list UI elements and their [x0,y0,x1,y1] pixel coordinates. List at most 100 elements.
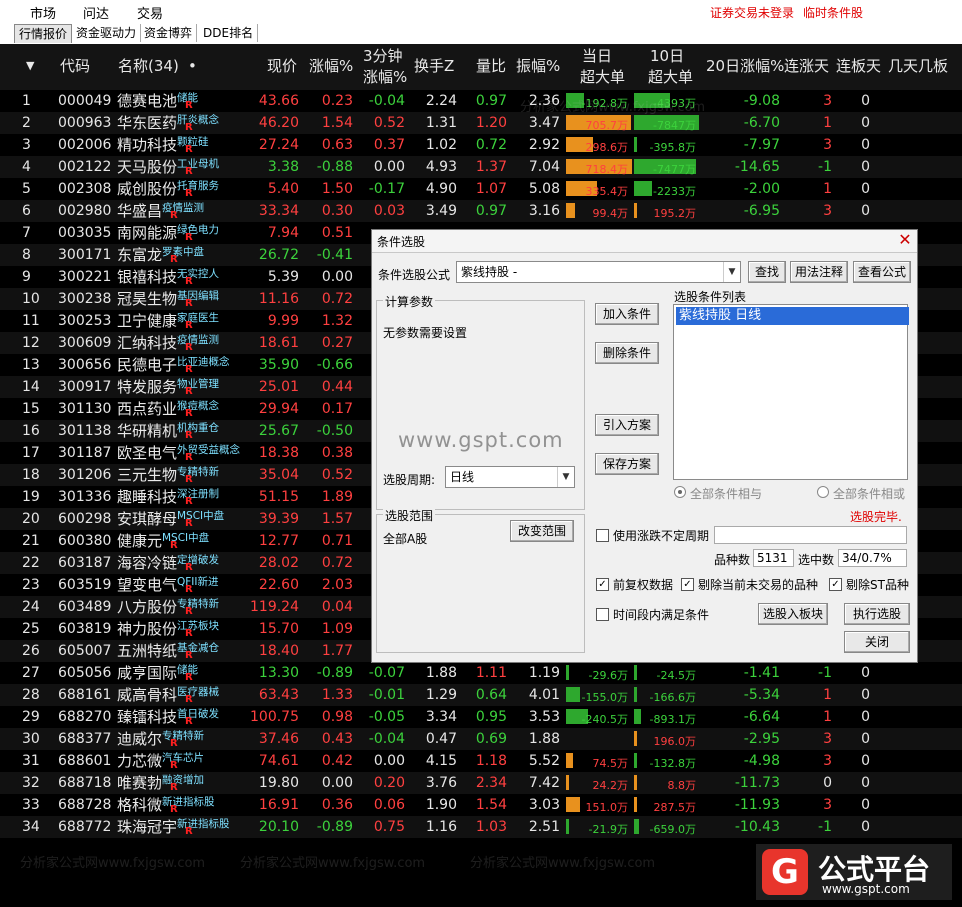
table-row[interactable]: 27 605056 咸亨国际 储能 R 13.30 -0.89 -0.07 1.88 1.11 1.… [0,662,962,684]
unsettled-period-field[interactable] [714,526,907,544]
table-row[interactable]: 2 000963 华东医药 肝炎概念 R 46.20 1.54 0.52 1.31 1.20 3.4… [0,112,962,134]
cell-vr: 0.72 [475,137,507,153]
chevron-down-icon[interactable]: ▼ [723,262,740,282]
formula-select[interactable]: 紫线持股 - ▼ [456,261,741,283]
rights-data-checkbox[interactable]: ✓ [596,578,609,591]
time-range-checkbox[interactable] [596,608,609,621]
col-3min-change-l2[interactable]: 涨幅% [363,67,407,87]
col-3min-change-l1[interactable]: 3分钟 [363,46,403,66]
tab-quotes[interactable]: 行情报价 [14,24,73,43]
col-today-large-l1[interactable]: 当日 [582,46,612,66]
col-change-pct[interactable]: 涨幅% [309,56,353,76]
cell-code: 688718 [58,775,112,791]
period-select[interactable]: 日线 ▼ [445,466,575,488]
cell-chg: 1.32 [321,313,353,329]
col-20d-change[interactable]: 20日涨幅% [706,56,784,76]
close-button[interactable]: 关闭 [844,631,910,653]
col-today-large-l2[interactable]: 超大单 [580,67,625,87]
menu-wenda[interactable]: 问达 [83,3,109,22]
condition-list[interactable]: 紫线持股 日线 [673,304,909,480]
dialog-titlebar[interactable]: 条件选股 ✕ [372,230,917,253]
table-row[interactable]: 4 002122 天马股份 工业母机 R 3.38 -0.88 0.00 4.93 1.37 7.0… [0,156,962,178]
add-to-block-button[interactable]: 选股入板块 [758,603,828,625]
unsettled-period-checkbox[interactable] [596,529,609,542]
col-code[interactable]: 代码 [60,56,90,76]
exclude-untraded-label: 剔除当前未交易的品种 [698,578,819,592]
r-marker-icon: R [185,650,193,661]
cell-vr: 0.64 [475,687,507,703]
table-row[interactable]: 32 688718 唯赛勃 融资增加 R 19.80 0.00 0.20 3.76 2.34 7.4… [0,772,962,794]
table-row[interactable]: 34 688772 珠海冠宇 新进指标股 R 20.10 -0.89 0.75 1.16 1.03… [0,816,962,838]
table-row[interactable]: 6 002980 华盛昌 疫情监测 R 33.34 0.30 0.03 3.49 0.97 3.16… [0,200,962,222]
bar-label: -7847万 [653,119,696,132]
bar-d10: -132.8万 [634,753,700,770]
table-row[interactable]: 30 688377 迪威尔 专精特新 R 37.46 0.43 -0.04 0.47 0.69 1.… [0,728,962,750]
close-icon[interactable]: ✕ [896,231,914,249]
cell-d20: -6.95 [743,203,780,219]
tab-capital-game[interactable]: 资金博弈 [140,24,198,42]
cell-turn: 3.49 [425,203,457,219]
trade-login-alert[interactable]: 证券交易未登录 [710,4,794,21]
r-marker-icon: R [185,166,193,177]
concept-tag: 猴痘概念 [177,400,219,412]
cell-chg: 0.04 [321,599,353,615]
col-turnover[interactable]: 换手Z [414,56,454,76]
col-volume-ratio[interactable]: 量比 [476,56,506,76]
exclude-untraded-checkbox[interactable]: ✓ [681,578,694,591]
cell-up: 1 [823,181,832,197]
cell-no: 20 [22,511,40,527]
delete-condition-button[interactable]: 删除条件 [595,342,659,364]
table-row[interactable]: 28 688161 威高骨科 医疗器械 R 63.43 1.33 -0.01 1.29 0.64 4… [0,684,962,706]
cell-code: 301336 [58,489,112,505]
save-plan-button[interactable]: 保存方案 [595,453,659,475]
r-marker-icon: R [185,430,193,441]
table-row[interactable]: 3 002006 精功科技 颗粒硅 R 27.24 0.63 0.37 1.02 0.72 2.92… [0,134,962,156]
find-button[interactable]: 查找 [748,261,786,283]
radio-all-and[interactable] [674,486,686,498]
col-name[interactable]: 名称(34) [118,56,179,76]
cell-name: 五洲特纸 [117,642,178,660]
cell-chg: -0.66 [316,357,353,373]
chevron-down-icon[interactable]: ▼ [557,467,574,487]
col-amplitude[interactable]: 振幅% [516,56,560,76]
cell-name: 特发服务 [117,378,178,396]
table-row[interactable]: 1 000049 德赛电池 储能 R 43.66 0.23 -0.04 2.24 0.97 2.36… [0,90,962,112]
col-limit-days[interactable]: 连板天 [836,56,881,76]
radio-all-or[interactable] [817,486,829,498]
logo-url: www.gspt.com [822,882,910,896]
col-up-days[interactable]: 连涨天 [784,56,829,76]
execute-selection-button[interactable]: 执行选股 [844,603,910,625]
concept-tag: 机构重仓 [177,422,219,434]
table-row[interactable]: 33 688728 格科微 新进指标股 R 16.91 0.36 0.06 1.90 1.54 3.… [0,794,962,816]
col-price[interactable]: 现价 [267,56,297,76]
temp-condition-stocks-link[interactable]: 临时条件股 [803,4,863,21]
menu-trade[interactable]: 交易 [137,3,163,22]
table-row[interactable]: 29 688270 臻镭科技 首日破发 R 100.75 0.98 -0.05 3.34 0.95… [0,706,962,728]
cell-no: 30 [22,731,40,747]
condition-list-item[interactable]: 紫线持股 日线 [676,307,909,325]
change-range-button[interactable]: 改变范围 [510,520,574,542]
cell-d20: -2.95 [743,731,780,747]
menu-market[interactable]: 市场 [30,3,56,22]
tab-dde-ranking[interactable]: DDE排名 [199,24,259,42]
view-formula-button[interactable]: 查看公式 [853,261,911,283]
cell-chg: 0.44 [321,379,353,395]
usage-notes-button[interactable]: 用法注释 [790,261,848,283]
exclude-st-checkbox[interactable]: ✓ [829,578,842,591]
cell-code: 301206 [58,467,112,483]
add-condition-button[interactable]: 加入条件 [595,303,659,325]
col-10d-large-l1[interactable]: 10日 [650,46,684,66]
col-days-boards[interactable]: 几天几板 [888,56,948,76]
bar-fill [566,753,573,768]
tab-capital-drive[interactable]: 资金驱动力 [72,24,142,42]
import-plan-button[interactable]: 引入方案 [595,414,659,436]
table-row[interactable]: 5 002308 威创股份 托育服务 R 5.40 1.50 -0.17 4.90 1.07 5.0… [0,178,962,200]
cell-chg: 0.98 [321,709,353,725]
cell-code: 603187 [58,555,112,571]
cell-name: 威高骨科 [117,686,178,704]
cell-code: 000049 [58,93,112,109]
cell-d20: -2.00 [743,181,780,197]
col-10d-large-l2[interactable]: 超大单 [648,67,693,87]
table-row[interactable]: 31 688601 力芯微 汽车芯片 R 74.61 0.42 0.00 4.15 1.18 5.5… [0,750,962,772]
sort-toggle-icon[interactable]: ▼ [26,56,34,76]
